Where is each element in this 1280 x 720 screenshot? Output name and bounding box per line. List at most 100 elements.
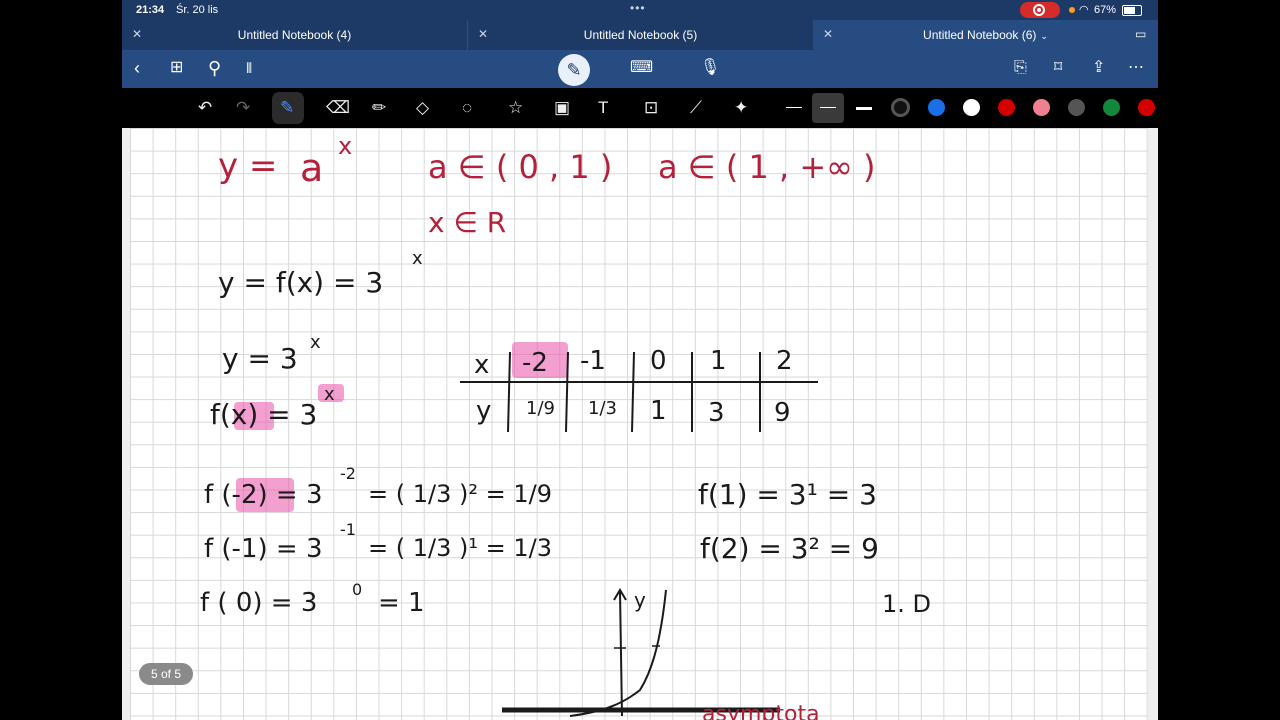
shapes-icon[interactable]: ◇ — [416, 97, 429, 119]
wifi-icon: ◠ — [1079, 4, 1089, 16]
ipad-screen: 21:34 Śr. 20 lis ••• ◠ 67% ✕ Untitled No… — [122, 0, 1158, 720]
mic-icon[interactable]: 🎙 — [700, 57, 720, 79]
calc-f-1: f(1) = 3¹ = 3 — [698, 478, 877, 511]
table-cell: 1/9 — [526, 398, 555, 419]
table-col-line — [565, 351, 569, 433]
battery-percent: 67% — [1094, 4, 1117, 16]
page-gutter-right — [1148, 128, 1158, 720]
color-swatch-pink[interactable] — [1033, 99, 1050, 116]
chevron-left-icon[interactable]: ‹ — [134, 57, 140, 79]
note-f-3x: f(x) = 3 — [210, 398, 318, 431]
color-swatch-black-selected[interactable] — [891, 98, 910, 117]
table-col-line — [631, 351, 635, 433]
note-exponent: x — [310, 332, 321, 353]
tab-notebook-5[interactable]: ✕ Untitled Notebook (5) — [467, 20, 813, 50]
status-time: 21:34 — [136, 4, 165, 16]
calc-f-minus2-rhs: = ( 1/3 )² = 1/9 — [368, 480, 552, 508]
note-condition-2: a ∈ ( 1 , +∞ ) — [658, 148, 876, 186]
color-swatch-white[interactable] — [963, 99, 980, 116]
tab-label-text: Untitled Notebook (6) — [923, 28, 1037, 42]
tab-label: Untitled Notebook (5) — [583, 28, 698, 42]
drawing-toolbar: ↶ ↷ ✎ ⌫ ✏ ◇ ◌ ☆ ▣ T ⊡ ⟋ ✦ — [122, 88, 1158, 128]
thickness-thick[interactable] — [856, 107, 872, 110]
text-tool-icon[interactable]: T — [598, 97, 608, 119]
status-bar: 21:34 Śr. 20 lis ••• ◠ 67% — [122, 0, 1158, 20]
undo-icon[interactable]: ↶ — [198, 97, 212, 119]
page-indicator: 5 of 5 — [139, 663, 193, 685]
share-icon[interactable]: ⇪ — [1092, 57, 1105, 79]
note-function-def: y = f(x) = 3 — [218, 266, 384, 299]
table-cell: 9 — [774, 398, 791, 428]
note-domain: x ∈ R — [428, 206, 507, 239]
color-swatch-red[interactable] — [998, 99, 1015, 116]
graph-y-axis — [619, 591, 623, 717]
pen-tool-icon[interactable]: ✎ — [280, 97, 294, 119]
ruler-icon[interactable]: ⟋ — [690, 97, 702, 119]
record-icon — [1033, 4, 1045, 16]
note-condition-1: a ∈ ( 0 , 1 ) — [428, 148, 613, 186]
calc-f-2: f(2) = 3² = 9 — [700, 532, 879, 565]
image-icon[interactable]: ▣ — [554, 97, 570, 119]
thickness-medium-selected[interactable] — [812, 93, 844, 123]
color-swatch-gray[interactable] — [1068, 99, 1085, 116]
highlighter-icon[interactable]: ✏ — [372, 97, 386, 119]
status-date: Śr. 20 lis — [176, 4, 219, 16]
sticker-icon[interactable]: ☆ — [508, 97, 523, 119]
eraser-icon[interactable]: ⌫ — [326, 97, 350, 119]
thickness-thin[interactable] — [786, 107, 802, 108]
calc-exponent: -1 — [340, 520, 356, 539]
calc-f-0: f ( 0) = 3 — [200, 588, 318, 618]
table-cell: 2 — [776, 346, 793, 376]
table-cell: -2 — [522, 348, 548, 378]
table-cell: 3 — [708, 398, 725, 428]
note-y-3x: y = 3 — [222, 342, 298, 375]
table-cell: 0 — [650, 346, 667, 376]
lasso-icon[interactable]: ◌ — [462, 97, 472, 119]
bookmark-icon[interactable]: ⌑ — [1054, 57, 1062, 79]
screen-record-indicator[interactable] — [1020, 2, 1060, 18]
color-swatch-red-2[interactable] — [1138, 99, 1155, 116]
table-cell: x — [474, 350, 490, 380]
pen-icon: ✎ — [566, 60, 582, 80]
search-icon[interactable]: ⚲ — [208, 57, 221, 79]
export-icon[interactable]: ⎘ — [1014, 57, 1027, 79]
color-swatch-green[interactable] — [1103, 99, 1120, 116]
thickness-medium[interactable] — [820, 107, 836, 108]
grid-icon[interactable]: ⊞ — [170, 57, 183, 79]
table-cell: 1 — [650, 396, 667, 426]
calc-f-minus1: f (-1) = 3 — [204, 534, 323, 564]
notebook-page[interactable]: y = a x a ∈ ( 0 , 1 ) a ∈ ( 1 , +∞ ) x ∈… — [130, 128, 1148, 720]
note-asymptote: asymptota — [702, 702, 820, 720]
page-gutter-left — [122, 128, 130, 720]
keyboard-icon[interactable]: ⌨ — [630, 57, 653, 79]
graph-curve — [569, 589, 667, 717]
redo-icon[interactable]: ↷ — [236, 97, 250, 119]
mic-in-use-dot — [1069, 7, 1075, 13]
note-exponent: x — [324, 384, 335, 405]
note-exponent-x: x — [338, 132, 353, 160]
laser-pointer-icon[interactable]: ✦ — [734, 97, 748, 119]
table-col-line — [507, 351, 511, 433]
camera-icon[interactable]: ⊡ — [644, 97, 658, 119]
calc-f-0-rhs: = 1 — [378, 588, 425, 618]
pen-mode-button[interactable]: ✎ — [558, 54, 590, 86]
note-y-equals: y = — [218, 146, 278, 186]
note-base-a: a — [300, 146, 324, 190]
chevron-down-icon[interactable]: ⌄ — [1040, 31, 1048, 41]
top-toolbar: ‹ ⊞ ⚲ ⦀ ✎ ⌨ 🎙 ⎘ ⌑ ⇪ ⋯ — [122, 50, 1158, 88]
calc-f-minus1-rhs: = ( 1/3 )¹ = 1/3 — [368, 534, 552, 562]
tab-notebook-6[interactable]: ✕ Untitled Notebook (6) ⌄ — [813, 20, 1158, 50]
audio-icon[interactable]: ⦀ — [246, 57, 252, 79]
split-view-icon[interactable]: ▭ — [1135, 27, 1146, 41]
calc-exponent: -2 — [340, 464, 356, 483]
more-icon[interactable]: ⋯ — [1128, 57, 1144, 79]
tab-notebook-4[interactable]: ✕ Untitled Notebook (4) — [122, 20, 467, 50]
calc-exponent: 0 — [352, 580, 363, 599]
table-cell: 1/3 — [588, 398, 617, 419]
multitask-dots-icon[interactable]: ••• — [630, 1, 646, 15]
table-lines — [460, 351, 818, 433]
note-exponent: x — [412, 248, 423, 269]
battery-icon — [1122, 5, 1142, 16]
graph-sketch — [502, 588, 780, 717]
color-swatch-blue[interactable] — [928, 99, 945, 116]
